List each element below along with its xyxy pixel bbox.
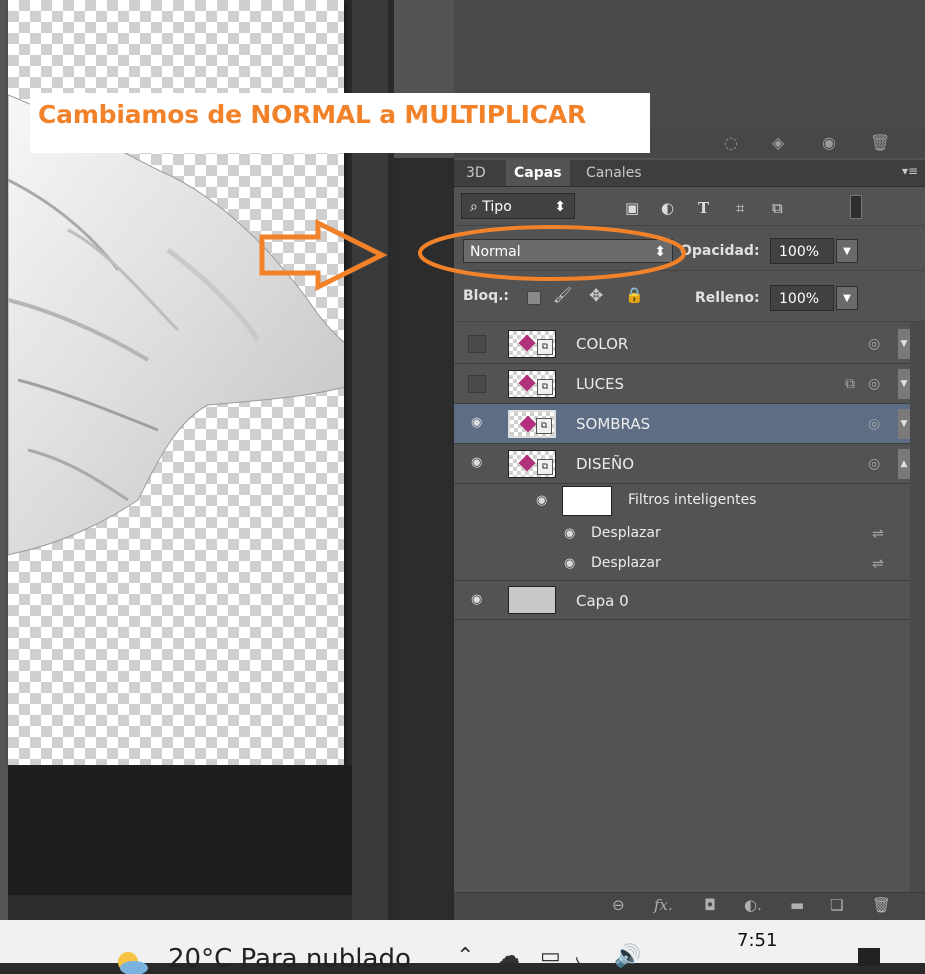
weather-icon[interactable] [108,944,150,974]
callout-arrow [259,218,388,292]
network-cloud-icon[interactable]: ☁ [498,944,520,969]
wifi-icon[interactable]: ◟ [576,944,585,969]
volume-icon[interactable]: 🔊 [614,944,641,969]
weather-text[interactable]: 20°C Para nublado [168,944,411,974]
callout-ellipse [418,225,686,281]
clock-time[interactable]: 7:51 [737,930,777,951]
tray-chevron-icon[interactable]: ⌃ [456,944,474,969]
callout-overlay [259,218,686,292]
notifications-icon[interactable] [858,948,880,966]
battery-icon[interactable]: ▭ [540,944,561,969]
